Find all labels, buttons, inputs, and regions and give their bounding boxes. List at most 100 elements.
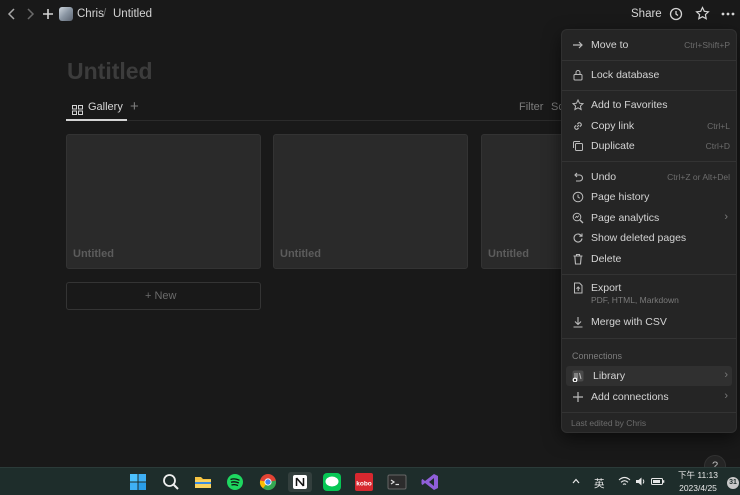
menu-item-label: Page analytics	[591, 212, 660, 224]
menu-item-shortcut: Ctrl+Shift+P	[684, 40, 730, 50]
menu-item-label: Duplicate	[591, 140, 635, 152]
line-app-icon[interactable]	[322, 472, 342, 492]
forward-icon[interactable]	[25, 7, 35, 23]
kobo-label: kobo	[356, 481, 372, 488]
back-icon[interactable]	[7, 7, 17, 23]
analytics-icon	[572, 212, 584, 224]
windows-taskbar: kobo 英 下午 11:13 2023/4/25 31	[0, 467, 740, 495]
menu-item-show-deleted-pages[interactable]: Show deleted pages	[566, 228, 732, 248]
menu-item-label: Merge with CSV	[591, 316, 667, 328]
link-icon	[572, 120, 584, 132]
menu-item-merge-with-csv[interactable]: Merge with CSV	[566, 312, 732, 332]
menu-divider	[562, 412, 736, 413]
system-clock[interactable]: 下午 11:13 2023/4/25	[678, 469, 718, 495]
menu-item-label: Add connections	[591, 391, 669, 403]
menu-item-copy-link[interactable]: Copy link Ctrl+L	[566, 116, 732, 136]
tray-overflow-chevron-icon[interactable]	[571, 476, 581, 489]
terminal-icon[interactable]	[387, 472, 407, 492]
plus-icon	[572, 391, 584, 403]
new-card-button[interactable]: + New	[66, 282, 261, 310]
menu-item-shortcut: Ctrl+D	[705, 141, 730, 151]
menu-item-label: Move to	[591, 39, 629, 51]
connections-heading: Connections	[572, 351, 623, 361]
menu-item-page-history[interactable]: Page history	[566, 187, 732, 207]
arrow-right-icon	[572, 39, 584, 51]
chevron-right-icon: ›	[724, 369, 728, 381]
file-explorer-icon[interactable]	[193, 472, 213, 492]
duplicate-icon	[572, 140, 584, 152]
chevron-right-icon: ›	[724, 390, 728, 402]
menu-item-library[interactable]: Library ›	[566, 366, 732, 386]
card-title: Untitled	[73, 248, 114, 260]
card-title: Untitled	[488, 248, 529, 260]
new-card-label: + New	[145, 290, 177, 302]
menu-item-undo[interactable]: Undo Ctrl+Z or Alt+Del	[566, 167, 732, 187]
menu-item-add-to-favorites[interactable]: Add to Favorites	[566, 95, 732, 115]
wifi-icon[interactable]	[618, 476, 631, 490]
gallery-card[interactable]: Untitled	[66, 134, 261, 269]
new-label: New	[154, 290, 177, 302]
menu-divider	[562, 338, 736, 339]
chrome-icon[interactable]	[258, 472, 278, 492]
tab-gallery-label: Gallery	[88, 101, 123, 113]
menu-item-label: Delete	[591, 253, 622, 265]
menu-item-label: Add to Favorites	[591, 99, 668, 111]
view-tabs: Gallery +	[66, 96, 566, 121]
page-options-menu: Move to Ctrl+Shift+P Lock database Add t…	[562, 30, 736, 432]
notification-badge[interactable]: 31	[727, 477, 739, 489]
menu-item-duplicate[interactable]: Duplicate Ctrl+D	[566, 136, 732, 156]
more-options-icon[interactable]	[720, 7, 736, 23]
library-icon	[572, 370, 584, 382]
menu-item-export[interactable]: Export PDF, HTML, Markdown	[566, 278, 732, 308]
search-icon[interactable]	[161, 472, 181, 492]
notion-app-icon[interactable]	[288, 472, 312, 492]
menu-item-label: Export	[591, 282, 622, 294]
clock-time: 下午 11:13	[678, 470, 719, 480]
menu-item-label: Copy link	[591, 120, 635, 132]
spotify-icon[interactable]	[225, 472, 245, 492]
page-title[interactable]: Untitled	[67, 58, 153, 85]
breadcrumb-separator: /	[103, 8, 107, 20]
menu-item-shortcut: Ctrl+L	[707, 121, 730, 131]
menu-item-delete[interactable]: Delete	[566, 249, 732, 269]
menu-item-move-to[interactable]: Move to Ctrl+Shift+P	[566, 35, 732, 55]
workspace-avatar	[59, 7, 73, 21]
speaker-icon[interactable]	[635, 476, 647, 490]
new-page-plus-icon[interactable]	[42, 7, 54, 23]
export-icon	[572, 282, 584, 294]
menu-item-lock-database[interactable]: Lock database	[566, 65, 732, 85]
history-clock-icon[interactable]	[669, 7, 683, 23]
top-bar: Chris / Untitled Share	[0, 0, 740, 28]
gallery-card[interactable]: Untitled	[273, 134, 468, 269]
menu-divider	[562, 90, 736, 91]
kobo-app-icon[interactable]: kobo	[354, 472, 374, 492]
lock-icon	[572, 69, 584, 81]
favorite-star-icon[interactable]	[695, 6, 710, 23]
menu-item-add-connections[interactable]: Add connections ›	[566, 387, 732, 407]
share-button[interactable]: Share	[631, 8, 662, 20]
breadcrumb-workspace[interactable]: Chris	[77, 8, 104, 20]
add-view-icon[interactable]: +	[130, 98, 139, 115]
menu-item-sublabel: PDF, HTML, Markdown	[591, 295, 679, 305]
download-icon	[572, 316, 584, 328]
gallery-grid-icon	[72, 102, 83, 115]
battery-icon[interactable]	[651, 476, 665, 490]
tab-gallery[interactable]: Gallery	[66, 96, 127, 121]
last-edited-note: Last edited by Chris	[571, 418, 647, 428]
breadcrumb-page[interactable]: Untitled	[113, 8, 152, 20]
trash-icon	[572, 253, 584, 265]
card-title: Untitled	[280, 248, 321, 260]
visual-studio-icon[interactable]	[420, 472, 440, 492]
menu-item-label: Show deleted pages	[591, 232, 687, 244]
filter-button[interactable]: Filter	[519, 101, 543, 113]
star-icon	[572, 99, 584, 111]
windows-start-icon[interactable]	[128, 472, 148, 492]
clock-date: 2023/4/25	[679, 483, 717, 493]
chevron-right-icon: ›	[724, 211, 728, 223]
input-language-indicator[interactable]: 英	[594, 476, 605, 491]
menu-item-page-analytics[interactable]: Page analytics ›	[566, 208, 732, 228]
clock-icon	[572, 191, 584, 203]
menu-divider	[562, 60, 736, 61]
undo-icon	[572, 171, 584, 183]
menu-divider	[562, 274, 736, 275]
